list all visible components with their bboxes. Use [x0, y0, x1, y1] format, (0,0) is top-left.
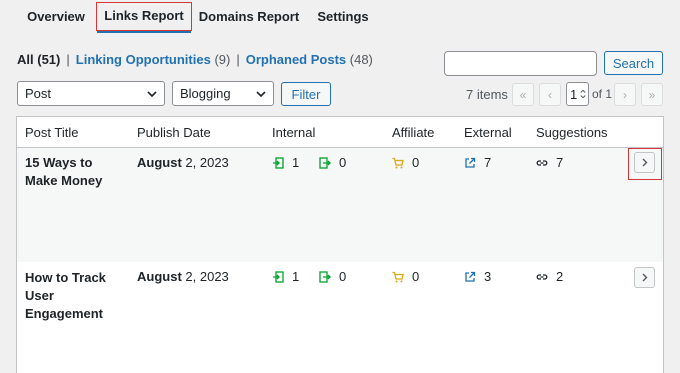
affiliate-count[interactable]: 0: [392, 155, 419, 170]
external-count[interactable]: 7: [464, 155, 491, 170]
external-count[interactable]: 3: [464, 269, 491, 284]
internal-inbound[interactable]: 1: [272, 269, 299, 284]
expand-row-button[interactable]: [634, 267, 655, 288]
chevron-down-icon: [256, 91, 266, 98]
orphaned-count: (48): [349, 52, 373, 67]
post-title[interactable]: How to Track User Engagement: [25, 269, 125, 323]
table-row: How to Track User Engagement August 2, 2…: [17, 262, 663, 373]
link-icon: [536, 159, 548, 166]
column-external[interactable]: External: [464, 125, 512, 140]
tab-links-report[interactable]: Links Report: [97, 0, 191, 33]
outbound-link-icon: [319, 270, 331, 283]
tab-domains-report[interactable]: Domains Report: [196, 0, 302, 33]
next-page-button[interactable]: ›: [614, 83, 636, 106]
search-button[interactable]: Search: [604, 51, 663, 75]
suggestions-count[interactable]: 2: [536, 269, 563, 284]
internal-outbound[interactable]: 0: [319, 269, 346, 284]
items-count: 7 items: [466, 87, 508, 102]
affiliate-count[interactable]: 0: [392, 269, 419, 284]
chevron-right-icon: [642, 273, 648, 282]
current-page-input[interactable]: 1: [566, 82, 589, 106]
external-link-icon: [465, 157, 476, 168]
status-orphaned-posts[interactable]: Orphaned Posts: [246, 52, 346, 67]
opportunities-count: (9): [214, 52, 231, 67]
tab-settings[interactable]: Settings: [310, 0, 376, 33]
expand-row-button[interactable]: [634, 152, 655, 173]
category-select[interactable]: Blogging: [172, 81, 274, 106]
first-page-button[interactable]: «: [512, 83, 534, 106]
status-all[interactable]: All (51): [17, 52, 60, 67]
suggestions-count[interactable]: 7: [536, 155, 563, 170]
status-filter-links: All (51) | Linking Opportunities (9) | Orpha…: [17, 52, 373, 67]
filter-button[interactable]: Filter: [281, 82, 331, 106]
search-input[interactable]: [444, 51, 597, 76]
publish-date: August 2, 2023: [137, 155, 229, 170]
inbound-link-icon: [273, 156, 284, 169]
cart-icon: [392, 271, 404, 282]
publish-date: August 2, 2023: [137, 269, 229, 284]
prev-page-button[interactable]: ‹: [539, 83, 561, 106]
column-affiliate[interactable]: Affiliate: [392, 125, 434, 140]
status-linking-opportunities[interactable]: Linking Opportunities: [76, 52, 211, 67]
chevron-down-icon: [147, 91, 157, 98]
tab-overview[interactable]: Overview: [18, 0, 94, 33]
cart-icon: [392, 157, 404, 168]
outbound-link-icon: [319, 156, 331, 169]
inbound-link-icon: [273, 270, 284, 283]
page-total: of 1: [592, 87, 613, 101]
link-icon: [536, 273, 548, 280]
table-row: 15 Ways to Make Money August 2, 2023 1 0…: [17, 148, 663, 262]
external-link-icon: [465, 271, 476, 282]
column-post-title[interactable]: Post Title: [25, 125, 78, 140]
column-suggestions[interactable]: Suggestions: [536, 125, 608, 140]
chevron-right-icon: [642, 158, 648, 167]
post-type-select[interactable]: Post: [17, 81, 165, 106]
column-internal[interactable]: Internal: [272, 125, 315, 140]
column-publish-date[interactable]: Publish Date: [137, 125, 211, 140]
spinner-arrows-icon: [580, 89, 586, 99]
internal-inbound[interactable]: 1: [272, 155, 299, 170]
last-page-button[interactable]: »: [641, 83, 663, 106]
links-report-table: Post Title Publish Date Internal Affilia…: [16, 116, 664, 373]
internal-outbound[interactable]: 0: [319, 155, 346, 170]
post-title[interactable]: 15 Ways to Make Money: [25, 154, 125, 190]
